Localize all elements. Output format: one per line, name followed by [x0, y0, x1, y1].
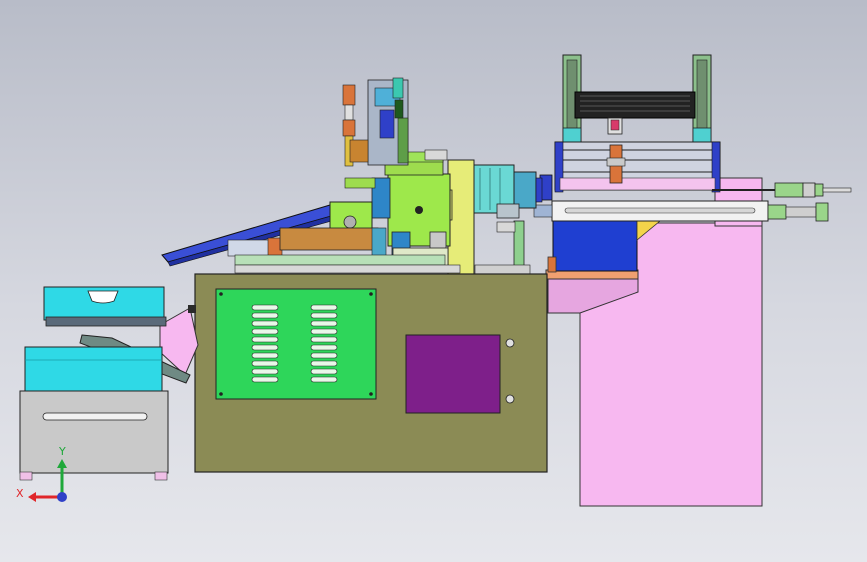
feed-bin-lower[interactable] — [24, 346, 163, 392]
access-panel[interactable] — [405, 334, 515, 414]
motor-housing[interactable] — [471, 164, 543, 276]
machine-assembly-drawing[interactable]: X Y — [0, 0, 867, 562]
cad-viewport[interactable]: X Y — [0, 0, 867, 562]
feed-bin-upper[interactable] — [43, 286, 167, 327]
x-axis-label: X — [16, 487, 24, 500]
z-axis-dot — [57, 492, 67, 502]
tensioner-frame[interactable] — [554, 54, 721, 193]
vent-panel[interactable] — [215, 288, 377, 400]
y-axis-label: Y — [58, 445, 66, 458]
bin-base-cabinet[interactable] — [19, 390, 169, 481]
